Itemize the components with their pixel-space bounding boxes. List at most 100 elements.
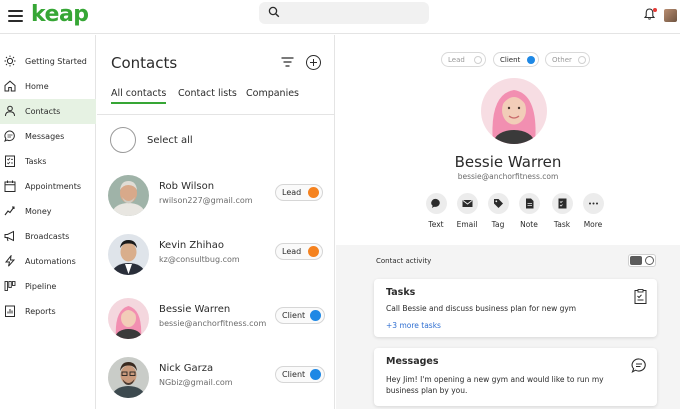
contact-email: rwilson227@gmail.com xyxy=(159,196,253,205)
sidebar-item-label: Reports xyxy=(25,307,56,316)
add-contact-button[interactable] xyxy=(306,55,321,70)
calendar-icon xyxy=(4,180,16,192)
contact-email: bessie@anchorfitness.com xyxy=(159,319,267,328)
top-bar: keap xyxy=(0,0,680,34)
list-item[interactable]: Bessie Warren bessie@anchorfitness.com C… xyxy=(97,298,335,360)
user-avatar[interactable] xyxy=(664,9,677,22)
sidebar-item-reports[interactable]: Reports xyxy=(0,299,96,324)
toggle-label: Other xyxy=(552,56,572,64)
activity-title: Contact activity xyxy=(376,257,432,265)
toggle-other[interactable]: Other xyxy=(545,52,590,67)
sidebar-item-appointments[interactable]: Appointments xyxy=(0,174,96,199)
clock-icon[interactable] xyxy=(645,256,654,265)
tab-contact-lists[interactable]: Contact lists xyxy=(178,88,237,99)
sidebar-item-label: Money xyxy=(25,207,52,216)
contact-name: Nick Garza xyxy=(159,363,214,374)
report-icon xyxy=(5,305,15,317)
action-label: Note xyxy=(520,220,538,229)
more-action-button[interactable]: More xyxy=(578,193,608,229)
action-label: More xyxy=(583,220,603,229)
checklist-icon xyxy=(558,198,566,209)
search-input[interactable] xyxy=(259,2,429,24)
sidebar: Getting Started Home Contacts Messages T… xyxy=(0,35,96,409)
status-badge[interactable]: Lead xyxy=(275,243,323,260)
sidebar-item-home[interactable]: Home xyxy=(0,74,96,99)
status-badge[interactable]: Client xyxy=(275,366,325,383)
message-line: Hey Jim! I'm opening a new gym and would… xyxy=(386,375,604,384)
text-action-button[interactable]: Text xyxy=(421,193,451,229)
sidebar-item-automations[interactable]: Automations xyxy=(0,249,96,274)
select-all-checkbox[interactable] xyxy=(110,127,136,153)
avatar xyxy=(108,234,149,275)
sidebar-item-label: Home xyxy=(25,82,49,91)
sidebar-item-label: Messages xyxy=(25,132,65,141)
tasks-card[interactable]: Tasks Call Bessie and discuss business p… xyxy=(374,279,657,337)
tab-all-contacts[interactable]: All contacts xyxy=(111,88,167,104)
card-title: Messages xyxy=(386,356,439,367)
money-icon xyxy=(4,206,15,216)
toggle-dot xyxy=(474,56,482,64)
card-body: Hey Jim! I'm opening a new gym and would… xyxy=(386,374,604,396)
action-label: Email xyxy=(456,220,478,229)
note-action-button[interactable]: Note xyxy=(514,193,544,229)
avatar xyxy=(108,298,149,339)
status-badge[interactable]: Client xyxy=(275,307,325,324)
contact-name: Bessie Warren xyxy=(159,304,231,315)
sidebar-item-label: Appointments xyxy=(25,182,82,191)
sidebar-item-messages[interactable]: Messages xyxy=(0,124,96,149)
view-toggle[interactable] xyxy=(628,254,656,267)
status-dot xyxy=(308,187,319,198)
contact-email: NGbiz@gmail.com xyxy=(159,378,233,387)
notification-dot xyxy=(653,8,657,12)
sidebar-item-broadcasts[interactable]: Broadcasts xyxy=(0,224,96,249)
home-icon xyxy=(4,80,16,92)
pipeline-icon xyxy=(4,281,16,291)
checklist-icon xyxy=(5,155,15,167)
toggle-dot xyxy=(578,56,586,64)
sidebar-item-getting-started[interactable]: Getting Started xyxy=(0,49,96,74)
status-dot xyxy=(310,310,321,321)
message-line: business plan by you. xyxy=(386,386,468,395)
sidebar-item-label: Broadcasts xyxy=(25,232,70,241)
tag-action-button[interactable]: Tag xyxy=(483,193,513,229)
toggle-lead[interactable]: Lead xyxy=(441,52,486,67)
tag-icon xyxy=(493,199,503,208)
sidebar-item-label: Automations xyxy=(25,257,76,266)
contact-detail-email: bessie@anchorfitness.com xyxy=(457,172,559,181)
action-label: Text xyxy=(428,220,444,229)
tab-companies[interactable]: Companies xyxy=(246,88,299,99)
note-icon xyxy=(525,198,533,209)
status-label: Client xyxy=(282,370,306,379)
sidebar-item-pipeline[interactable]: Pipeline xyxy=(0,274,96,299)
filter-icon[interactable] xyxy=(281,57,294,67)
task-action-button[interactable]: Task xyxy=(547,193,577,229)
toggle-client[interactable]: Client xyxy=(493,52,539,67)
action-label: Tag xyxy=(491,220,505,229)
card-title: Tasks xyxy=(386,287,416,298)
contact-detail-name: Bessie Warren xyxy=(454,153,562,171)
sidebar-item-label: Tasks xyxy=(25,157,47,166)
list-item[interactable]: Rob Wilson rwilson227@gmail.com Lead xyxy=(97,175,335,237)
list-view-icon[interactable] xyxy=(630,256,642,265)
contact-name: Rob Wilson xyxy=(159,181,215,192)
keap-logo[interactable]: keap xyxy=(31,2,89,27)
email-action-button[interactable]: Email xyxy=(452,193,482,229)
sidebar-item-tasks[interactable]: Tasks xyxy=(0,149,96,174)
sidebar-item-contacts[interactable]: Contacts xyxy=(0,99,96,124)
select-all-label: Select all xyxy=(147,135,193,146)
chat-icon xyxy=(430,198,440,208)
toggle-label: Lead xyxy=(448,56,465,64)
status-label: Lead xyxy=(282,247,302,256)
list-item[interactable]: Kevin Zhihao kz@consultbug.com Lead xyxy=(97,234,335,296)
messages-card[interactable]: Messages Hey Jim! I'm opening a new gym … xyxy=(374,348,657,406)
list-item[interactable]: Nick Garza NGbiz@gmail.com Client xyxy=(97,357,335,409)
toggle-label: Client xyxy=(500,56,521,64)
menu-icon[interactable] xyxy=(8,10,23,22)
page-title: Contacts xyxy=(111,54,178,72)
status-dot xyxy=(308,246,319,257)
chat-icon xyxy=(4,130,15,142)
status-badge[interactable]: Lead xyxy=(275,184,323,201)
avatar xyxy=(108,175,149,216)
sidebar-item-money[interactable]: Money xyxy=(0,199,96,224)
more-tasks-link[interactable]: +3 more tasks xyxy=(386,321,441,330)
